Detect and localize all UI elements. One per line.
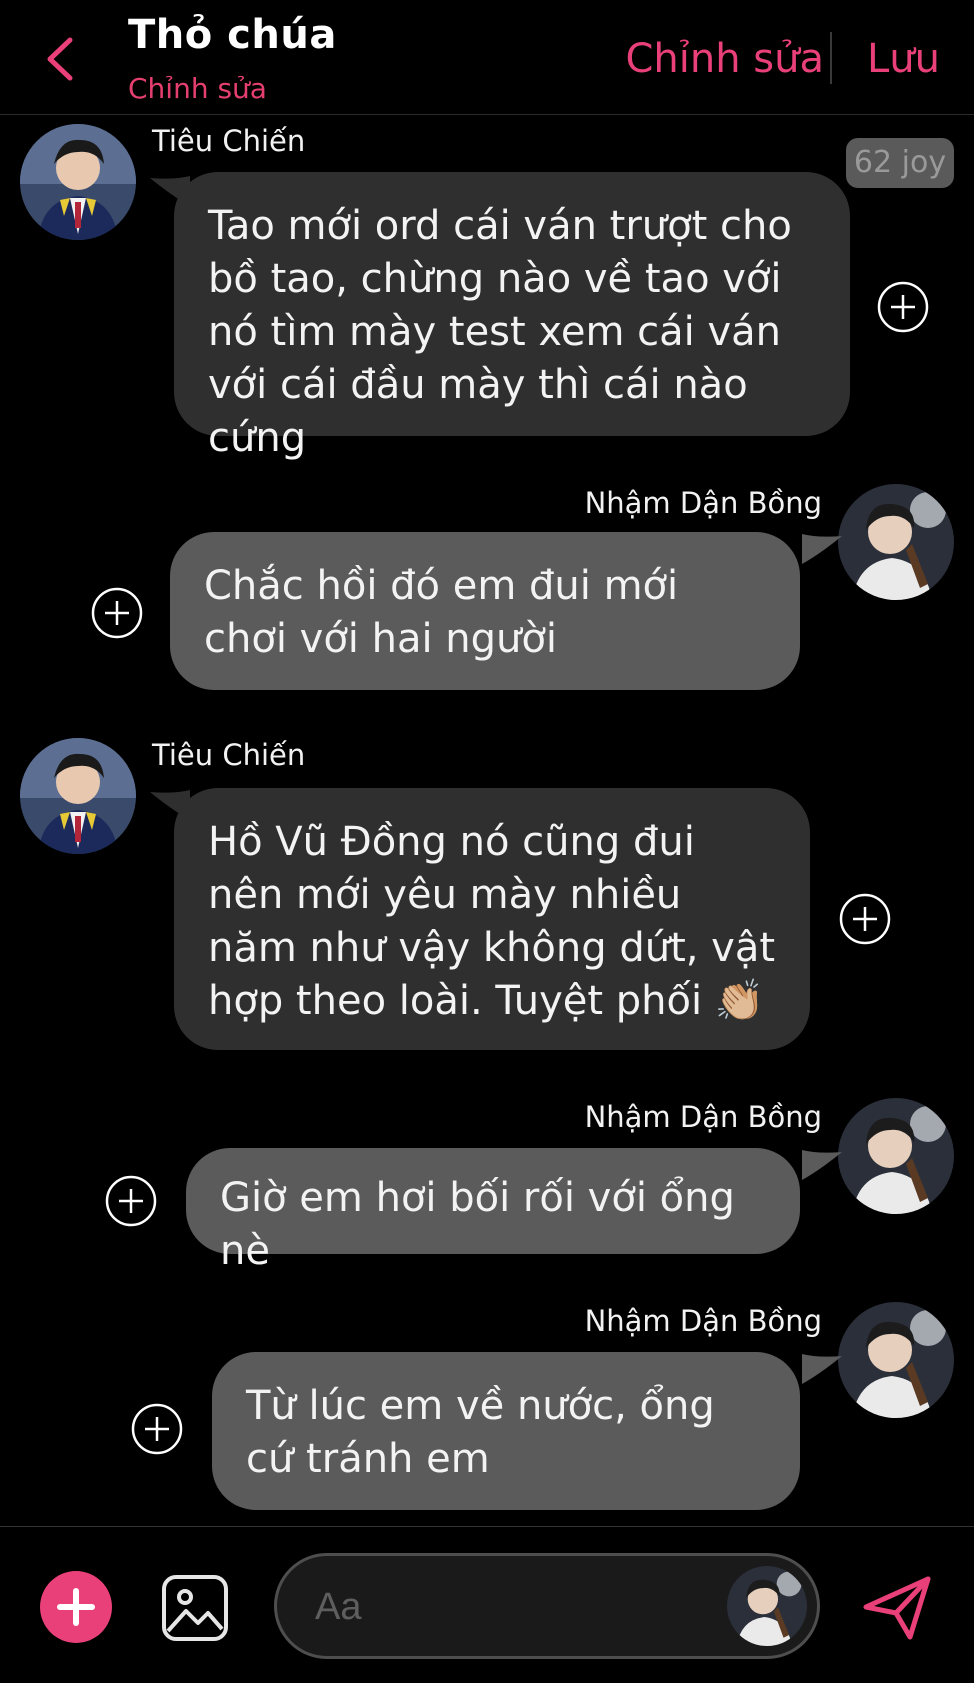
avatar-tieu-chien[interactable] bbox=[20, 738, 136, 854]
bubble-tail bbox=[802, 534, 842, 564]
message-bubble[interactable]: Giờ em hơi bối rối với ổng nè bbox=[186, 1148, 800, 1274]
avatar-tieu-chien[interactable] bbox=[20, 124, 136, 240]
avatar-nham-dan-bong[interactable] bbox=[838, 484, 954, 600]
back-chevron-icon[interactable] bbox=[40, 34, 80, 84]
message-bubble[interactable]: Hồ Vũ Đồng nó cũng đui nên mới yêu mày n… bbox=[174, 788, 810, 1050]
add-reaction-icon[interactable] bbox=[90, 586, 144, 640]
sender-name: Nhậm Dận Bồng bbox=[584, 486, 822, 520]
conversation-title: Thỏ chúa bbox=[128, 12, 337, 58]
sender-name: Nhậm Dận Bồng bbox=[584, 1100, 822, 1134]
avatar-nham-dan-bong[interactable] bbox=[838, 1302, 954, 1418]
avatar-nham-dan-bong[interactable] bbox=[838, 1098, 954, 1214]
add-reaction-icon[interactable] bbox=[130, 1402, 184, 1456]
sender-name: Tiêu Chiến bbox=[152, 124, 306, 158]
add-reaction-icon[interactable] bbox=[104, 1174, 158, 1228]
add-attachment-button[interactable] bbox=[40, 1571, 112, 1643]
chat-header: Thỏ chúa Chỉnh sửa Chỉnh sửa Lưu bbox=[0, 0, 974, 115]
edit-button[interactable]: Chỉnh sửa bbox=[625, 36, 824, 82]
save-button[interactable]: Lưu bbox=[867, 36, 940, 82]
send-icon[interactable] bbox=[860, 1573, 934, 1643]
message-input-container[interactable] bbox=[274, 1553, 820, 1659]
joy-badge: 62 joy bbox=[846, 138, 954, 188]
message-bubble[interactable]: Chắc hồi đó em đui mới chơi với hai ngườ… bbox=[170, 532, 800, 690]
conversation-subtitle[interactable]: Chỉnh sửa bbox=[128, 72, 267, 105]
composer-bar bbox=[0, 1526, 974, 1683]
character-avatar[interactable] bbox=[727, 1566, 807, 1646]
message-input[interactable] bbox=[313, 1578, 697, 1636]
sender-name: Nhậm Dận Bồng bbox=[584, 1304, 822, 1338]
add-reaction-icon[interactable] bbox=[838, 892, 892, 946]
message-bubble[interactable]: Tao mới ord cái ván trượt cho bồ tao, ch… bbox=[174, 172, 850, 461]
add-reaction-icon[interactable] bbox=[876, 280, 930, 334]
message-bubble[interactable]: Từ lúc em về nước, ổng cứ tránh em bbox=[212, 1352, 800, 1510]
bubble-tail bbox=[802, 1354, 842, 1384]
sender-name: Tiêu Chiến bbox=[152, 738, 306, 772]
header-divider bbox=[830, 32, 832, 84]
bubble-tail bbox=[802, 1150, 842, 1180]
image-icon[interactable] bbox=[160, 1573, 230, 1643]
